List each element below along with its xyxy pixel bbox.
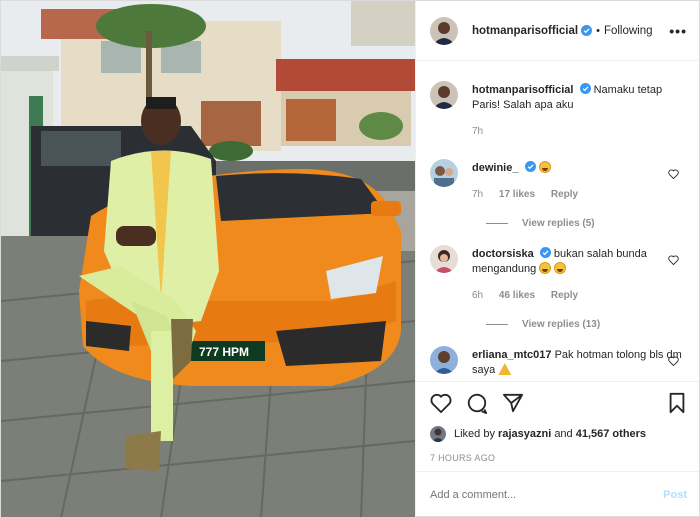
folded-hands-emoji-icon	[498, 363, 512, 375]
post-comment-button[interactable]: Post	[663, 489, 687, 501]
author-avatar-image	[430, 16, 458, 45]
like-comment-heart-icon[interactable]	[668, 169, 679, 179]
caption-row: hotmanparisofficial Namaku tetap Paris! …	[430, 81, 685, 139]
comment-avatar[interactable]	[430, 245, 458, 273]
like-heart-icon[interactable]	[430, 393, 452, 413]
comment-row: erliana_mtc017 Pak hotman tolong bls dm …	[430, 346, 685, 378]
caption-avatar-image	[430, 81, 458, 109]
comments-list[interactable]: hotmanparisofficial Namaku tetap Paris! …	[416, 61, 699, 381]
add-comment-input[interactable]	[430, 489, 664, 501]
comment-meta: 6h 46 likes Reply	[472, 288, 685, 303]
separator-dot: •	[596, 24, 600, 37]
comment-avatar-image	[430, 159, 458, 187]
comment-meta: 7h 17 likes Reply	[472, 187, 685, 202]
comment-avatar[interactable]	[430, 346, 458, 374]
comment-likes[interactable]: 17 likes	[499, 189, 535, 200]
post-header: hotmanparisofficial • Following •••	[416, 1, 699, 61]
comment-age: 7h	[472, 189, 484, 200]
post-side-panel: hotmanparisofficial • Following ••• hotm…	[415, 1, 699, 517]
comment-likes[interactable]: 46 likes	[499, 290, 535, 301]
reply-button[interactable]: Reply	[551, 290, 578, 301]
verified-badge-icon	[524, 161, 536, 172]
verified-badge-icon	[579, 83, 591, 94]
comment-username[interactable]: dewinie_	[472, 162, 518, 174]
license-plate-text: 777 HPM	[199, 345, 249, 359]
liked-by-avatar-image	[430, 426, 446, 442]
save-bookmark-icon[interactable]	[667, 392, 687, 414]
like-comment-heart-icon[interactable]	[668, 356, 679, 366]
comment-age: 6h	[472, 290, 484, 301]
caption-age: 7h	[472, 126, 484, 137]
liked-by-user[interactable]: rajasyazni	[498, 428, 551, 440]
instagram-post-window: 777 HPM hotmanparisofficial • Following …	[0, 0, 700, 517]
share-paper-plane-icon[interactable]	[502, 393, 524, 413]
comment-avatar-image	[430, 346, 458, 374]
laughing-emoji-icon	[538, 161, 551, 173]
laughing-emoji-icon	[539, 262, 552, 274]
view-replies-button[interactable]: View replies (13)	[486, 319, 685, 330]
like-comment-heart-icon[interactable]	[668, 255, 679, 265]
more-options-icon[interactable]: •••	[669, 23, 687, 39]
caption-meta: 7h	[472, 124, 685, 139]
caption-avatar[interactable]	[430, 81, 458, 109]
reply-button[interactable]: Reply	[551, 189, 578, 200]
comment-avatar[interactable]	[430, 159, 458, 187]
caption-username[interactable]: hotmanparisofficial	[472, 84, 573, 96]
follow-status-button[interactable]: Following	[604, 25, 653, 37]
liked-by-avatar[interactable]	[430, 426, 446, 442]
comment-row: dewinie_ 7h 17 likes Reply	[430, 159, 685, 202]
comment-username[interactable]: doctorsiska	[472, 248, 534, 260]
liked-by-prefix: Liked by	[454, 428, 495, 440]
liked-by-others[interactable]: 41,567 others	[576, 428, 646, 440]
laughing-emoji-icon	[554, 262, 567, 274]
author-username[interactable]: hotmanparisofficial	[472, 25, 578, 37]
comment-row: doctorsiska bukan salah bunda mengandung…	[430, 245, 685, 303]
comment-username[interactable]: erliana_mtc017	[472, 349, 552, 361]
view-replies-button[interactable]: View replies (5)	[486, 218, 685, 229]
post-timestamp[interactable]: 7 HOURS AGO	[430, 453, 687, 463]
view-replies-label: View replies (5)	[522, 218, 595, 229]
verified-badge-icon	[539, 247, 551, 258]
comment-bubble-icon[interactable]	[466, 392, 488, 414]
author-avatar[interactable]	[430, 16, 458, 45]
photo-illustration: 777 HPM	[1, 1, 415, 517]
comment-avatar-image	[430, 245, 458, 273]
action-icons	[430, 392, 687, 414]
replies-divider	[486, 223, 508, 224]
view-replies-label: View replies (13)	[522, 319, 601, 330]
liked-by-summary: Liked by rajasyazni and 41,567 others	[430, 426, 687, 442]
comment-composer: Post	[416, 471, 699, 517]
replies-divider	[486, 324, 508, 325]
post-photo[interactable]: 777 HPM	[1, 1, 415, 517]
post-actions: Liked by rajasyazni and 41,567 others 7 …	[416, 381, 699, 471]
liked-by-joiner: and	[554, 428, 573, 440]
verified-badge-icon	[581, 25, 593, 36]
